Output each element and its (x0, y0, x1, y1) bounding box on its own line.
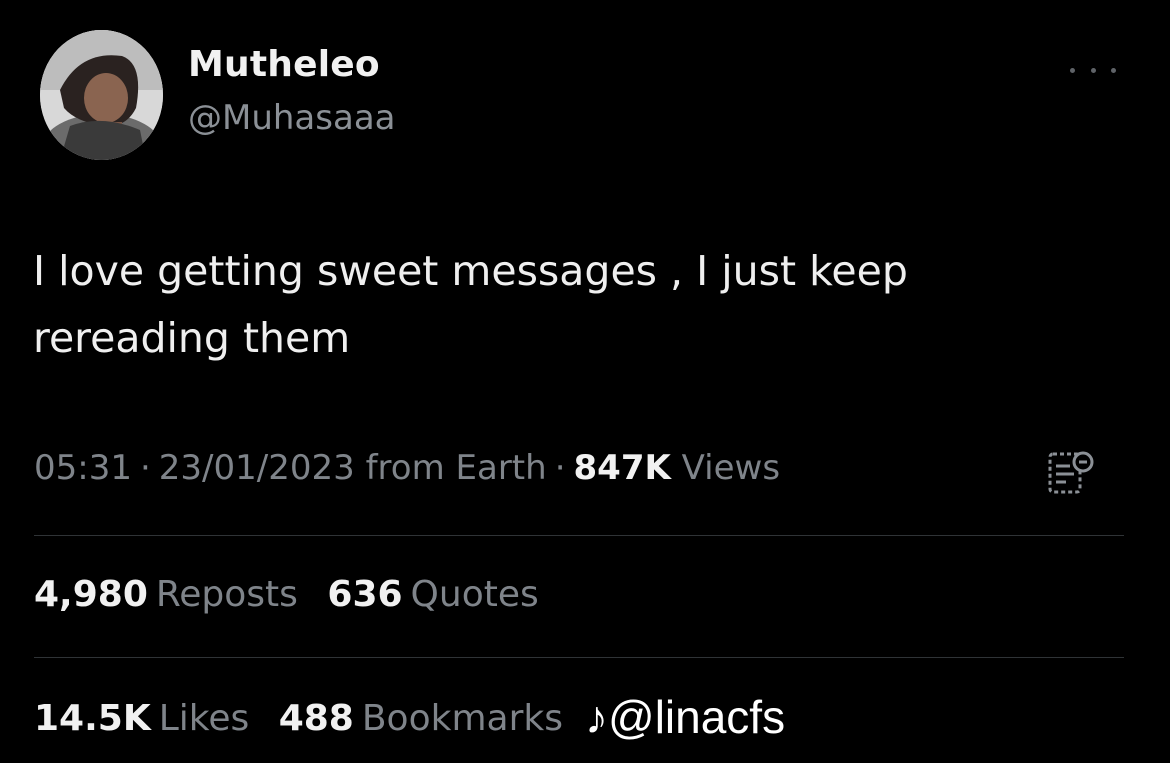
stats-row-reposts: 4,980 Reposts 636 Quotes (34, 574, 557, 615)
divider (34, 535, 1124, 536)
tweet-date[interactable]: 23/01/2023 from Earth (159, 448, 547, 488)
tiktok-logo-icon: ♪ (585, 691, 608, 743)
user-handle[interactable]: @Muhasaaa (188, 98, 396, 138)
likes-label: Likes (158, 698, 250, 739)
stats-row-likes: 14.5K Likes 488 Bookmarks (34, 698, 581, 739)
separator-dot: · (139, 448, 151, 488)
quotes-stat[interactable]: 636 Quotes (327, 574, 538, 615)
bookmarks-count: 488 (278, 698, 354, 739)
tweet-text-line: rereading them (33, 314, 351, 362)
reposts-count: 4,980 (34, 574, 148, 615)
bookmarks-label: Bookmarks (361, 698, 563, 739)
dot (1111, 67, 1116, 73)
analytics-icon[interactable] (1046, 448, 1094, 498)
user-display-name[interactable]: Mutheleo (188, 44, 380, 85)
tiktok-watermark: ♪@linacfs (585, 690, 785, 744)
more-dots-icon[interactable] (1070, 58, 1116, 82)
watermark-handle: @linacfs (608, 691, 786, 743)
tweet-text: I love getting sweet messages , I just k… (33, 238, 1093, 372)
dot (1070, 67, 1075, 73)
likes-stat[interactable]: 14.5K Likes (34, 698, 249, 739)
bookmarks-stat[interactable]: 488 Bookmarks (279, 698, 563, 739)
separator-dot: · (554, 448, 566, 488)
avatar[interactable] (40, 30, 163, 160)
reposts-label: Reposts (155, 574, 298, 615)
quotes-count: 636 (327, 574, 403, 615)
dot (1090, 67, 1096, 73)
quotes-label: Quotes (410, 574, 539, 615)
tweet-meta: 05:31 · 23/01/2023 from Earth · 847K Views (34, 448, 780, 488)
avatar-image (40, 30, 163, 160)
divider (34, 657, 1124, 658)
views-count: 847K (573, 448, 671, 488)
views-label: Views (681, 448, 781, 488)
likes-count: 14.5K (34, 698, 151, 739)
tweet-card: Mutheleo @Muhasaaa I love getting sweet … (0, 0, 1170, 763)
tweet-time[interactable]: 05:31 (34, 448, 132, 488)
reposts-stat[interactable]: 4,980 Reposts (34, 574, 298, 615)
tweet-text-line: I love getting sweet messages , I just k… (33, 247, 908, 295)
